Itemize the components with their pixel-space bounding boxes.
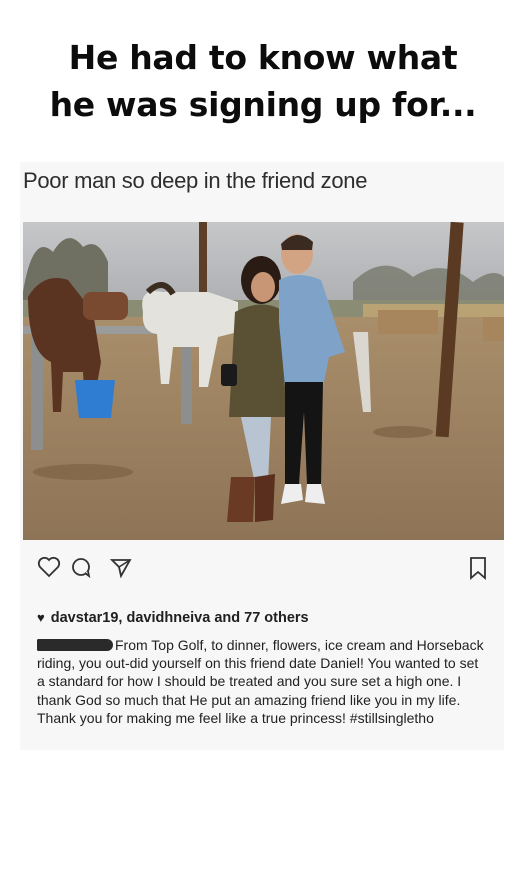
- bookmark-icon[interactable]: [468, 556, 488, 585]
- likes-line[interactable]: ♥ davstar19, davidhneiva and 77 others: [37, 610, 309, 626]
- post-photo[interactable]: [23, 222, 504, 540]
- post-caption-top: Poor man so deep in the friend zone: [23, 168, 368, 193]
- comment-bubble-icon[interactable]: [69, 556, 93, 583]
- heart-outline-icon[interactable]: [37, 556, 61, 583]
- heart-icon: ♥: [37, 610, 45, 625]
- meme-title: He had to know what he was signing up fo…: [0, 34, 526, 128]
- send-arrow-icon[interactable]: [109, 556, 133, 583]
- redacted-username: [37, 639, 113, 651]
- post-action-bar: [23, 548, 504, 592]
- likes-text: davstar19, davidhneiva and 77 others: [50, 610, 309, 626]
- photo-illustration: [23, 222, 504, 540]
- meme-title-line-1: He had to know what: [68, 38, 458, 77]
- post-caption: From Top Golf, to dinner, flowers, ice c…: [37, 636, 487, 727]
- meme-title-line-2: he was signing up for...: [49, 85, 477, 124]
